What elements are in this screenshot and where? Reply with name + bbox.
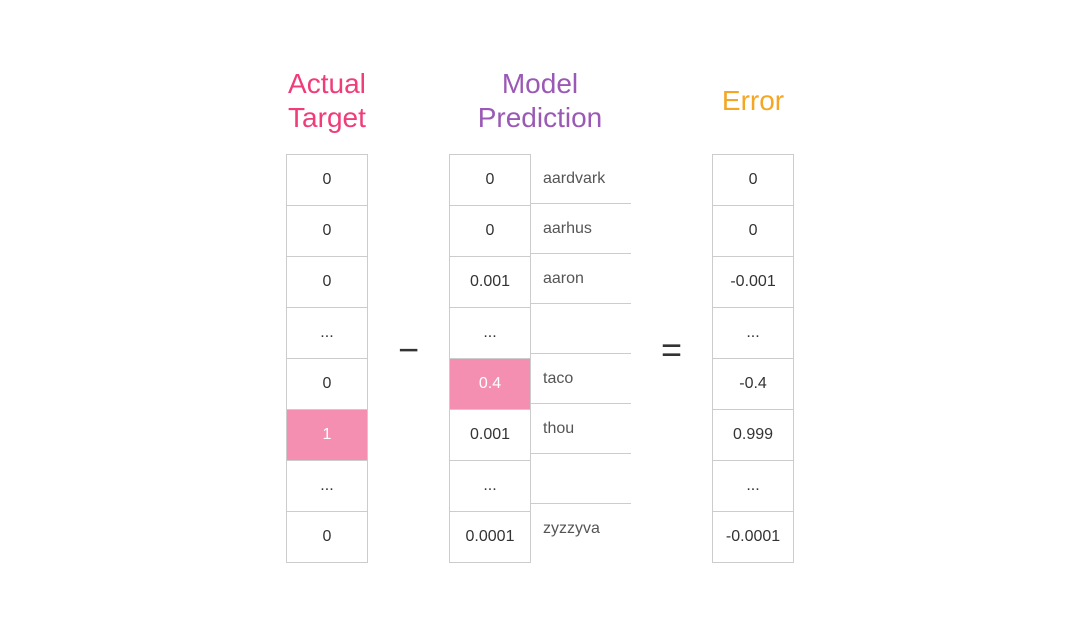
prediction-title: Model Prediction	[478, 66, 603, 136]
table-row: 0	[287, 512, 367, 562]
pred-num-cell-2: 0.001	[450, 257, 530, 307]
prediction-numbers: 000.001...0.40.001...0.0001	[449, 154, 531, 563]
table-row: 0.001	[450, 410, 530, 461]
actual-title-line1: Actual	[288, 67, 366, 101]
actual-section: Actual Target 000...01...0	[286, 66, 368, 563]
actual-cell-4: 0	[287, 359, 367, 409]
table-row: 0	[287, 155, 367, 206]
actual-title: Actual Target	[288, 66, 366, 136]
table-row: ...	[287, 308, 367, 359]
table-row: ...	[450, 461, 530, 512]
pred-label-cell-7: zyzzyva	[531, 504, 631, 554]
table-row: -0.0001	[713, 512, 793, 562]
table-row: 1	[287, 410, 367, 461]
actual-cell-7: 0	[287, 512, 367, 562]
error-cell-1: 0	[713, 206, 793, 256]
table-row: ...	[713, 308, 793, 359]
table-row: -0.001	[713, 257, 793, 308]
pred-label-cell-1: aarhus	[531, 204, 631, 254]
error-cell-7: -0.0001	[713, 512, 793, 562]
error-cell-2: -0.001	[713, 257, 793, 307]
pred-label-cell-2: aaron	[531, 254, 631, 304]
error-section: Error 00-0.001...-0.40.999...-0.0001	[712, 66, 794, 563]
table-row: 0.0001	[450, 512, 530, 562]
actual-cell-3: ...	[287, 308, 367, 358]
pred-label-cell-4: taco	[531, 354, 631, 404]
table-row: ...	[713, 461, 793, 512]
table-row: 0	[713, 206, 793, 257]
prediction-title-line2: Prediction	[478, 101, 603, 135]
error-cell-6: ...	[713, 461, 793, 511]
table-row: 0.4	[450, 359, 530, 410]
actual-cell-2: 0	[287, 257, 367, 307]
pred-num-cell-1: 0	[450, 206, 530, 256]
pred-num-cell-0: 0	[450, 155, 530, 205]
table-row: 0	[287, 257, 367, 308]
pred-num-cell-7: 0.0001	[450, 512, 530, 562]
table-row: 0	[713, 155, 793, 206]
table-row: 0	[287, 359, 367, 410]
table-row: -0.4	[713, 359, 793, 410]
table-row: ...	[450, 308, 530, 359]
pred-label-cell-6	[531, 454, 631, 504]
main-container: Actual Target 000...01...0 − Model Predi…	[286, 66, 794, 563]
table-row: 0	[287, 206, 367, 257]
error-table: 00-0.001...-0.40.999...-0.0001	[712, 154, 794, 563]
error-cell-3: ...	[713, 308, 793, 358]
prediction-section: Model Prediction 000.001...0.40.001...0.…	[449, 66, 631, 563]
prediction-title-line1: Model	[478, 67, 603, 101]
prediction-labels: aardvarkaarhusaaron tacothou zyzzyva	[531, 154, 631, 563]
error-title: Error	[722, 66, 784, 136]
pred-num-cell-4: 0.4	[450, 359, 530, 409]
pred-label-cell-0: aardvark	[531, 154, 631, 204]
actual-cell-6: ...	[287, 461, 367, 511]
table-row: ...	[287, 461, 367, 512]
pred-num-cell-6: ...	[450, 461, 530, 511]
table-row: 0	[450, 206, 530, 257]
minus-operator: −	[398, 329, 419, 371]
error-title-text: Error	[722, 84, 784, 118]
prediction-table: 000.001...0.40.001...0.0001 aardvarkaarh…	[449, 154, 631, 563]
actual-cell-0: 0	[287, 155, 367, 205]
error-cell-0: 0	[713, 155, 793, 205]
pred-label-cell-3	[531, 304, 631, 354]
error-cell-4: -0.4	[713, 359, 793, 409]
actual-cell-1: 0	[287, 206, 367, 256]
equals-operator: =	[661, 329, 682, 371]
actual-table: 000...01...0	[286, 154, 368, 563]
table-row: 0	[450, 155, 530, 206]
pred-label-cell-5: thou	[531, 404, 631, 454]
actual-title-line2: Target	[288, 101, 366, 135]
pred-num-cell-5: 0.001	[450, 410, 530, 460]
pred-num-cell-3: ...	[450, 308, 530, 358]
table-row: 0.001	[450, 257, 530, 308]
table-row: 0.999	[713, 410, 793, 461]
actual-cell-5: 1	[287, 410, 367, 460]
error-cell-5: 0.999	[713, 410, 793, 460]
